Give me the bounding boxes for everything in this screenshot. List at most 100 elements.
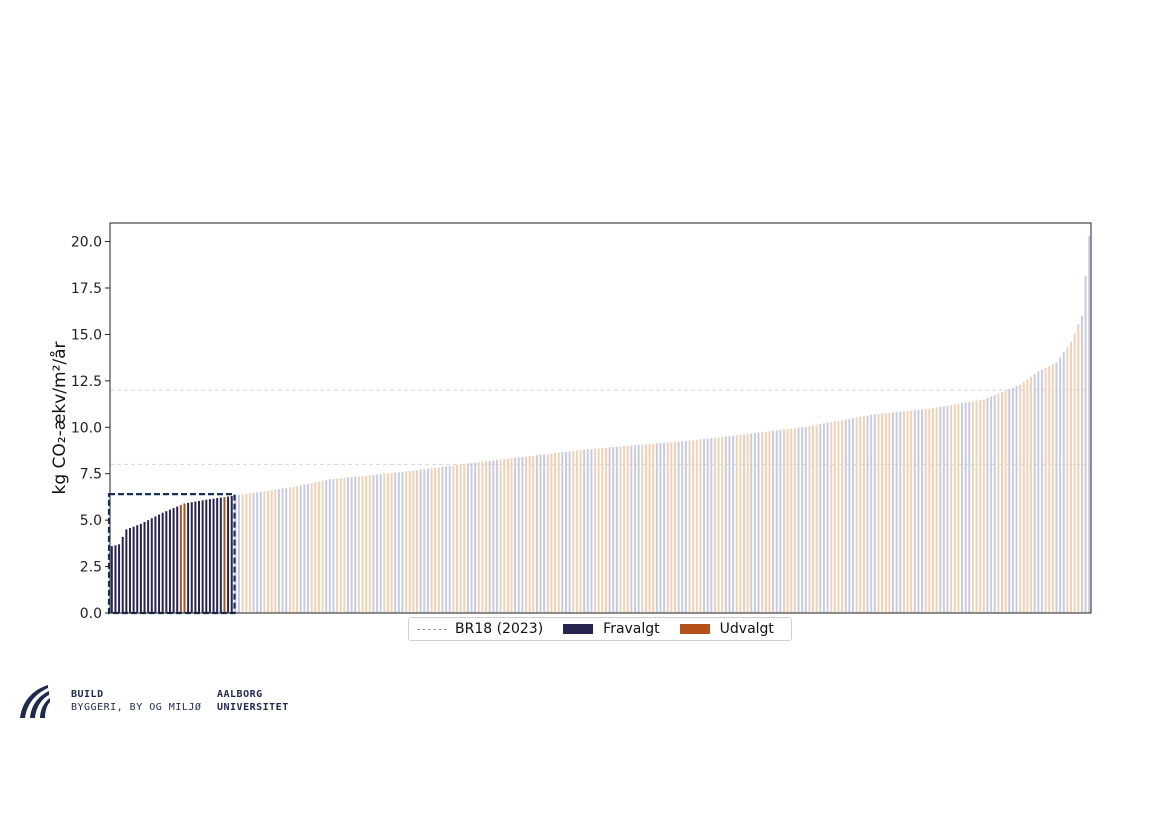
bar-faded [961, 403, 964, 613]
bar-fravalgt [110, 546, 113, 613]
bar-faded [248, 493, 251, 613]
bar-faded [746, 433, 749, 613]
aau-logo-text: AALBORG UNIVERSITET [217, 688, 289, 714]
bar-faded [891, 412, 894, 613]
bar-faded [1062, 352, 1065, 613]
bar-faded [884, 413, 887, 613]
bar-faded [797, 427, 800, 613]
bar-faded [775, 430, 778, 613]
bar-faded [837, 420, 840, 613]
bar-faded [1004, 390, 1007, 613]
bar-faded [666, 442, 669, 613]
bar-faded [539, 454, 542, 613]
bar-faded [779, 429, 782, 613]
bar-faded [463, 463, 466, 613]
bar-faded [557, 452, 560, 613]
bar-faded [499, 459, 502, 613]
bar-fravalgt [216, 498, 219, 613]
bar-faded [274, 489, 277, 613]
bar-faded [495, 459, 498, 613]
bar-faded [245, 493, 248, 613]
bar-fravalgt [172, 508, 175, 613]
y-tick-label: 7.5 [80, 467, 102, 483]
bar-faded [688, 440, 691, 613]
bar-faded [826, 422, 829, 613]
bar-faded [517, 457, 520, 613]
bar-fravalgt [165, 511, 168, 613]
bar-faded [1033, 374, 1036, 613]
legend-item-fravalgt: Fravalgt [563, 621, 660, 637]
bar-faded [1077, 324, 1080, 613]
bar-faded [455, 464, 458, 613]
bar-fravalgt [158, 514, 161, 613]
bar-faded [786, 429, 789, 613]
bar-faded [390, 472, 393, 613]
bar-faded [252, 492, 255, 613]
bar-faded [957, 403, 960, 613]
bar-faded [844, 419, 847, 613]
bar-faded [822, 423, 825, 613]
bar-faded [277, 488, 280, 613]
bar-faded [601, 448, 604, 613]
bar-faded [692, 440, 695, 613]
bar-fravalgt [128, 528, 131, 613]
bar-faded [339, 478, 342, 613]
bar-faded [862, 416, 865, 613]
bar-faded [445, 466, 448, 613]
bar-faded [525, 456, 528, 613]
bar-faded [394, 472, 397, 613]
bar-faded [703, 438, 706, 613]
bar-faded [710, 438, 713, 613]
bar-faded [866, 415, 869, 613]
bar-faded [263, 491, 266, 613]
bar-faded [833, 421, 836, 613]
bars [110, 236, 1091, 613]
bar-faded [757, 432, 760, 613]
bar-faded [1026, 379, 1029, 613]
bar-faded [241, 494, 244, 613]
bar-fravalgt [132, 526, 135, 613]
bar-faded [910, 410, 913, 613]
bar-faded [750, 433, 753, 613]
bar-faded [604, 447, 607, 613]
bar-fravalgt [219, 497, 222, 613]
bar-faded [470, 463, 473, 613]
bar-faded [299, 485, 302, 613]
bar-faded [695, 439, 698, 613]
bar-faded [964, 402, 967, 613]
bar-faded [1059, 357, 1062, 613]
bar-faded [619, 446, 622, 613]
bar-udvalgt [179, 504, 182, 613]
bar-faded [659, 443, 662, 613]
bar-faded [986, 397, 989, 613]
bar-faded [597, 448, 600, 613]
bar-faded [357, 476, 360, 613]
bar-fravalgt [139, 523, 142, 613]
bar-faded [1022, 381, 1025, 613]
bar-faded [753, 432, 756, 613]
bar-faded [917, 409, 920, 613]
bar-udvalgt [183, 503, 186, 613]
bar-faded [564, 451, 567, 613]
bar-faded [1030, 376, 1033, 613]
bar-faded [939, 406, 942, 613]
bar-faded [870, 414, 873, 613]
bar-faded [699, 439, 702, 613]
bar-faded [644, 444, 647, 613]
bar-faded [434, 467, 437, 613]
bar-faded [550, 453, 553, 613]
bar-faded [426, 468, 429, 613]
bar-faded [412, 470, 415, 613]
bar-faded [971, 401, 974, 613]
bar-faded [630, 445, 633, 613]
bar-faded [343, 477, 346, 613]
bar-faded [641, 444, 644, 613]
bar-faded [575, 450, 578, 613]
bar-faded [423, 469, 426, 613]
bar-faded [303, 484, 306, 613]
bar-faded [506, 458, 509, 613]
bar-faded [681, 441, 684, 613]
bar-fravalgt [161, 512, 164, 613]
bar-faded [572, 450, 575, 613]
build-title: BUILD [71, 689, 104, 700]
